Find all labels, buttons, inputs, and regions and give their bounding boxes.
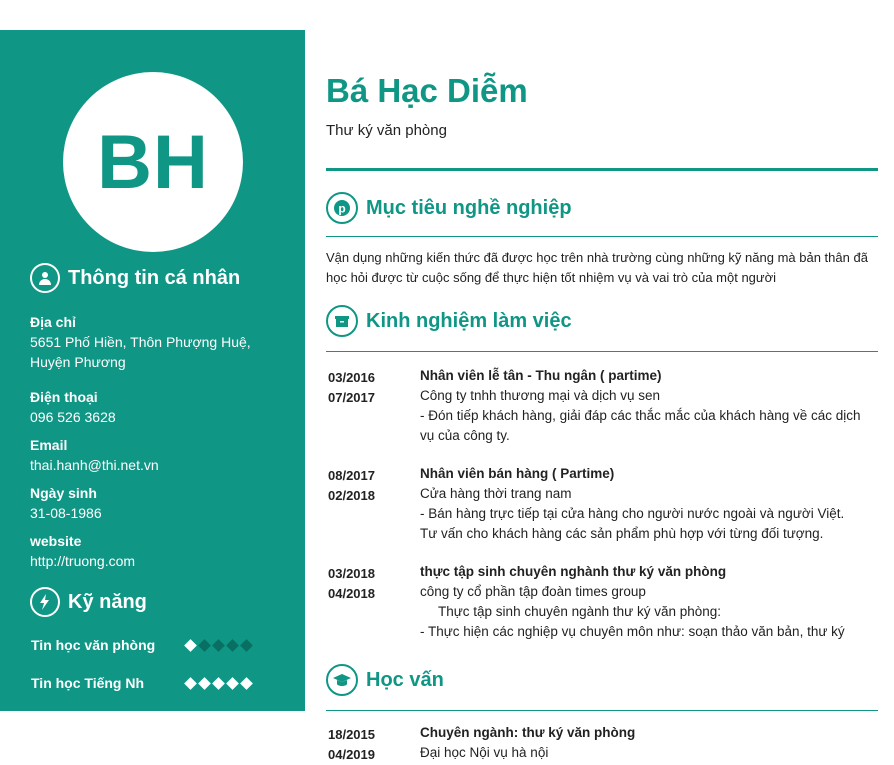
education-heading: Học vấn [326, 664, 444, 696]
rating-diamond [240, 677, 253, 690]
rating-diamond [184, 677, 197, 690]
phone-block: Điện thoại 096 526 3628 [30, 387, 290, 427]
entry-title: Nhân viên lễ tân - Thu ngân ( partime) [420, 368, 662, 383]
objective-text: Vận dụng những kiến thức đã được học trê… [326, 250, 868, 285]
entry-school: Đại học Nội vụ hà nội [420, 745, 549, 760]
email-label: Email [30, 437, 68, 453]
date-to: 04/2019 [328, 747, 375, 762]
website-value[interactable]: http://truong.com [30, 551, 290, 571]
entry-desc: - Đón tiếp khách hàng, giải đáp các thắc… [420, 408, 861, 443]
personal-info-title: Thông tin cá nhân [68, 266, 241, 289]
birthday-value: 31-08-1986 [30, 505, 102, 521]
rating-diamond [212, 639, 225, 652]
entry-desc: - Bán hàng trực tiếp tại cửa hàng cho ng… [420, 506, 845, 521]
website-label: website [30, 533, 82, 549]
entry-title: Nhân viên bán hàng ( Partime) [420, 466, 615, 481]
entry-company: Cửa hàng thời trang nam [420, 486, 572, 501]
rating-diamond [198, 677, 211, 690]
email-value: thai.hanh@thi.net.vn [30, 457, 159, 473]
birthday-block: Ngày sinh 31-08-1986 [30, 483, 290, 523]
lightning-icon [30, 587, 60, 617]
rating-diamond [212, 677, 225, 690]
date-to: 02/2018 [328, 488, 375, 503]
rating-diamond [226, 639, 239, 652]
rating-diamond [184, 639, 197, 652]
entry-dates: 08/2017 02/2018 [328, 464, 408, 506]
section-divider [326, 710, 878, 711]
website-block: website http://truong.com [30, 531, 290, 571]
sidebar: BH Thông tin cá nhân Địa chỉ 5651 Phố Hi… [0, 30, 305, 711]
rating-diamond [240, 639, 253, 652]
date-to: 07/2017 [328, 390, 375, 405]
entry-company: Công ty tnhh thương mại và dịch vụ sen [420, 388, 661, 403]
rating-diamond [226, 677, 239, 690]
skill-name: Tin học văn phòng [31, 637, 156, 653]
entry-dates: 03/2016 07/2017 [328, 366, 408, 408]
rating-diamond [198, 639, 211, 652]
birthday-label: Ngày sinh [30, 485, 97, 501]
skill-row: Tin học Tiếng Nh [31, 675, 271, 691]
personal-info-heading: Thông tin cá nhân [30, 263, 240, 293]
date-from: 18/2015 [328, 727, 375, 742]
section-divider [326, 236, 878, 237]
entry-desc: - Thực hiện các nghiệp vụ chuyên môn như… [420, 624, 845, 639]
date-from: 08/2017 [328, 468, 375, 483]
skill-rating [184, 675, 253, 692]
entry-title: thực tập sinh chuyên nghành thư ký văn p… [420, 564, 727, 579]
education-title: Học vấn [366, 668, 444, 691]
section-divider [326, 351, 878, 352]
skill-rating [184, 637, 253, 654]
entry-title: Chuyên ngành: thư ký văn phòng [420, 725, 636, 740]
briefcase-icon [326, 305, 358, 337]
entry-company: công ty cổ phần tập đoàn times group [420, 584, 646, 599]
pinterest-icon: p [326, 192, 358, 224]
address-label: Địa chỉ [30, 314, 76, 330]
experience-heading: Kinh nghiệm làm việc [326, 305, 572, 337]
phone-value: 096 526 3628 [30, 409, 116, 425]
entry-desc: Thực tập sinh chuyên ngành thư ký văn ph… [438, 604, 722, 619]
avatar: BH [63, 72, 243, 252]
entry-dates: 18/2015 04/2019 [328, 723, 408, 765]
job-title: Thư ký văn phòng [326, 122, 447, 139]
email-block: Email thai.hanh@thi.net.vn [30, 435, 290, 475]
date-to: 04/2018 [328, 586, 375, 601]
objective-title: Mục tiêu nghề nghiệp [366, 196, 572, 219]
skills-heading: Kỹ năng [30, 587, 147, 617]
entry-dates: 03/2018 04/2018 [328, 562, 408, 604]
skill-row: Tin học văn phòng [31, 637, 271, 653]
experience-title: Kinh nghiệm làm việc [366, 309, 572, 332]
objective-heading: p Mục tiêu nghề nghiệp [326, 192, 572, 224]
user-icon [30, 263, 60, 293]
avatar-initials: BH [97, 119, 209, 205]
skills-title: Kỹ năng [68, 590, 147, 613]
address-value: 5651 Phố Hiền, Thôn Phượng Huệ, Huyện Ph… [30, 334, 251, 370]
header-divider [326, 168, 878, 171]
date-from: 03/2016 [328, 370, 375, 385]
phone-label: Điện thoại [30, 389, 98, 405]
svg-text:p: p [338, 202, 345, 216]
address-block: Địa chỉ 5651 Phố Hiền, Thôn Phượng Huệ, … [30, 312, 290, 372]
date-from: 03/2018 [328, 566, 375, 581]
full-name: Bá Hạc Diễm [326, 72, 528, 109]
skill-name: Tin học Tiếng Nh [31, 675, 145, 691]
entry-desc: Tư vấn cho khách hàng các sản phẩm phù h… [420, 526, 824, 541]
graduation-cap-icon [326, 664, 358, 696]
